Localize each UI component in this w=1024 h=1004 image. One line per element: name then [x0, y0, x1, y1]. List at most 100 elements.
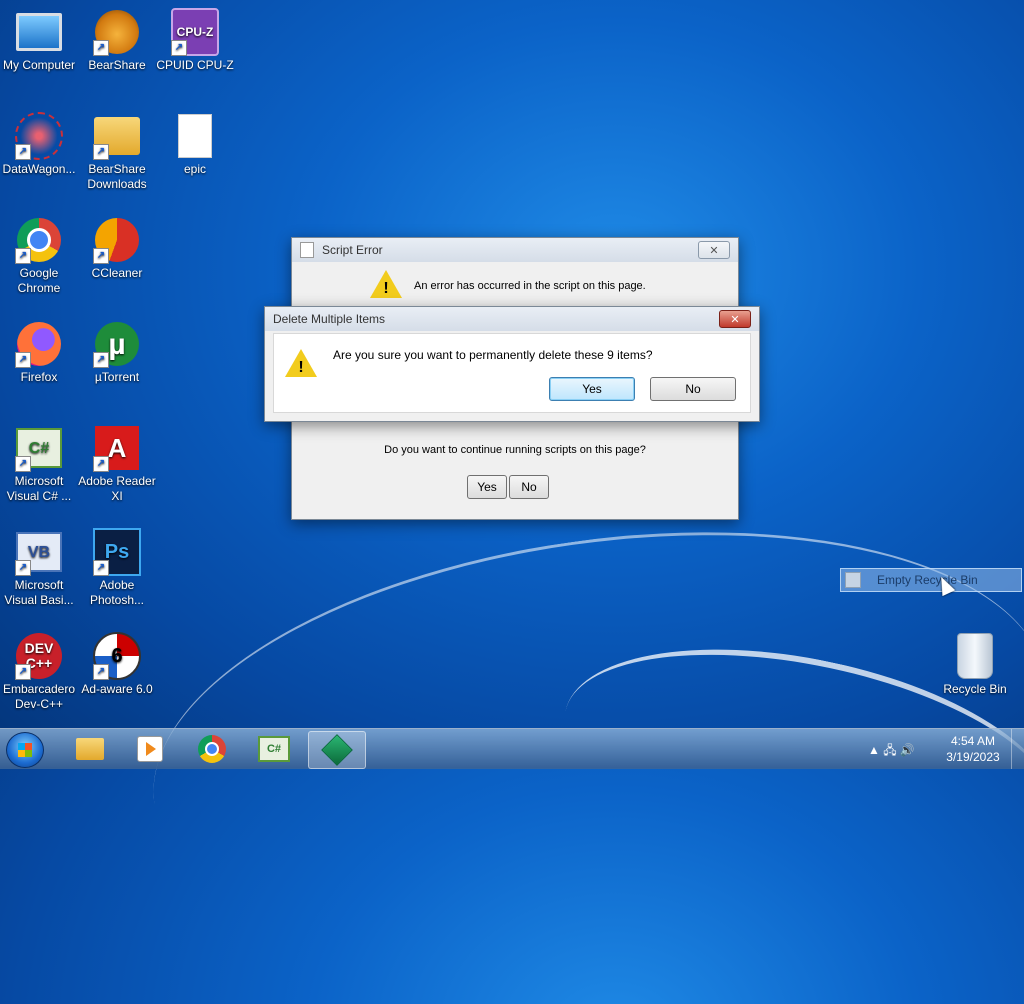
- desktop-icon-adaware[interactable]: 6 ↗ Ad-aware 6.0: [78, 632, 156, 697]
- csharp-icon: C# ↗: [15, 424, 63, 472]
- visual-basic-icon: VB ↗: [15, 528, 63, 576]
- shortcut-arrow-icon: ↗: [15, 456, 31, 472]
- desktop-icon-label: BearShare: [88, 58, 146, 72]
- app-cube-icon: [321, 734, 353, 766]
- csharp-icon: C#: [258, 736, 290, 762]
- photoshop-icon: Ps ↗: [93, 528, 141, 576]
- desktop-icon-label: µTorrent: [94, 370, 140, 384]
- desktop-icon-dev-cpp[interactable]: DEV C++ ↗ Embarcadero Dev-C++: [0, 632, 78, 712]
- shortcut-arrow-icon: ↗: [15, 248, 31, 264]
- taskbar: C# ▲ 🖧 🔊 4:54 AM 3/19/2023: [0, 728, 1024, 769]
- desktop-icon-label: CPUID CPU-Z: [156, 58, 234, 72]
- warning-icon: !: [370, 270, 404, 302]
- shortcut-arrow-icon: ↗: [93, 456, 109, 472]
- shortcut-arrow-icon: ↗: [93, 352, 109, 368]
- no-button[interactable]: No: [650, 377, 736, 401]
- utorrent-icon: µ ↗: [93, 320, 141, 368]
- desktop-icon-visual-basic[interactable]: VB ↗ Microsoft Visual Basi...: [0, 528, 78, 608]
- desktop-icon-recycle-bin[interactable]: Recycle Bin: [936, 632, 1014, 697]
- delete-multiple-items-dialog: Delete Multiple Items ✕ ! Are you sure y…: [264, 306, 760, 422]
- shortcut-arrow-icon: ↗: [93, 560, 109, 576]
- desktop-icon-label: My Computer: [2, 58, 76, 72]
- delete-dialog-titlebar[interactable]: Delete Multiple Items ✕: [265, 307, 759, 331]
- desktop-icon-label: Adobe Photosh...: [89, 578, 145, 607]
- desktop-icon-label: Microsoft Visual Basi...: [4, 578, 74, 607]
- clock-date: 3/19/2023: [946, 750, 1000, 764]
- shortcut-arrow-icon: ↗: [15, 664, 31, 680]
- firefox-icon: ↗: [15, 320, 63, 368]
- desktop-icon-bearshare-downloads[interactable]: ↗ BearShare Downloads: [78, 112, 156, 192]
- no-button[interactable]: No: [509, 475, 549, 499]
- desktop-icon-label: Microsoft Visual C# ...: [6, 474, 72, 503]
- desktop-icon-my-computer[interactable]: My Computer: [0, 8, 78, 73]
- context-menu-item-label: Empty Recycle Bin: [877, 573, 978, 587]
- adobe-reader-icon: A ↗: [93, 424, 141, 472]
- folder-icon: [76, 738, 104, 760]
- desktop-icon-adobe-reader[interactable]: A ↗ Adobe Reader XI: [78, 424, 156, 504]
- script-error-titlebar[interactable]: Script Error ✕: [292, 238, 738, 262]
- desktop-icon-label: Recycle Bin: [943, 682, 1007, 696]
- desktop-icon-firefox[interactable]: ↗ Firefox: [0, 320, 78, 385]
- dialog-content: [273, 333, 751, 413]
- recycle-bin-icon: [845, 572, 861, 588]
- desktop-icon-cpuz[interactable]: CPU-Z ↗ CPUID CPU-Z: [156, 8, 234, 73]
- start-button[interactable]: [6, 732, 44, 768]
- bearshare-icon: ↗: [93, 8, 141, 56]
- desktop-icon-label: CCleaner: [91, 266, 143, 280]
- desktop-icon-epic[interactable]: epic: [156, 112, 234, 177]
- recycle-bin-icon: [951, 632, 999, 680]
- desktop-icon-bearshare[interactable]: ↗ BearShare: [78, 8, 156, 73]
- desktop-icon-label: DataWagon...: [2, 162, 76, 176]
- cpuz-icon: CPU-Z ↗: [171, 8, 219, 56]
- close-button[interactable]: ✕: [719, 310, 751, 328]
- ccleaner-icon: ↗: [93, 216, 141, 264]
- desktop-icon-label: Embarcadero Dev-C++: [2, 682, 76, 711]
- taskbar-explorer[interactable]: [62, 731, 118, 767]
- clock-time: 4:54 AM: [950, 734, 996, 748]
- taskbar-active-app[interactable]: [308, 731, 366, 769]
- shortcut-arrow-icon: ↗: [15, 560, 31, 576]
- show-desktop-button[interactable]: [1011, 729, 1024, 769]
- delete-confirmation-message: Are you sure you want to permanently del…: [333, 348, 653, 362]
- desktop-icon-label: Firefox: [20, 370, 58, 384]
- yes-button[interactable]: Yes: [549, 377, 635, 401]
- media-player-icon: [137, 736, 163, 762]
- desktop-icon-google-chrome[interactable]: ↗ Google Chrome: [0, 216, 78, 296]
- warning-icon: !: [285, 349, 319, 381]
- desktop-icon-label: Ad-aware 6.0: [81, 682, 153, 696]
- dialog-title: Script Error: [322, 243, 383, 257]
- datawagon-icon: ↗: [15, 112, 63, 160]
- desktop-icon-label: BearShare Downloads: [87, 162, 147, 191]
- clock[interactable]: 4:54 AM 3/19/2023: [938, 733, 1008, 765]
- context-menu-empty-recycle-bin[interactable]: Empty Recycle Bin: [840, 568, 1022, 592]
- adaware-icon: 6 ↗: [93, 632, 141, 680]
- chrome-icon: ↗: [15, 216, 63, 264]
- error-message: An error has occurred in the script on t…: [414, 280, 646, 292]
- file-icon: [171, 112, 219, 160]
- dialog-title: Delete Multiple Items: [273, 312, 386, 326]
- taskbar-media-player[interactable]: [122, 731, 178, 767]
- system-tray[interactable]: ▲ 🖧 🔊: [868, 741, 915, 762]
- shortcut-arrow-icon: ↗: [93, 40, 109, 56]
- shortcut-arrow-icon: ↗: [93, 144, 109, 160]
- desktop-icon-label: epic: [183, 162, 206, 176]
- document-icon: [300, 242, 314, 258]
- shortcut-arrow-icon: ↗: [15, 144, 31, 160]
- desktop-icon-label: Google Chrome: [17, 266, 61, 295]
- chrome-icon: [198, 735, 226, 763]
- desktop-icon-photoshop[interactable]: Ps ↗ Adobe Photosh...: [78, 528, 156, 608]
- desktop-icon-utorrent[interactable]: µ ↗ µTorrent: [78, 320, 156, 385]
- close-button[interactable]: ✕: [698, 241, 730, 259]
- desktop-icon-visual-csharp[interactable]: C# ↗ Microsoft Visual C# ...: [0, 424, 78, 504]
- desktop-icon-ccleaner[interactable]: ↗ CCleaner: [78, 216, 156, 281]
- yes-button[interactable]: Yes: [467, 475, 507, 499]
- folder-icon: ↗: [93, 112, 141, 160]
- computer-icon: [15, 8, 63, 56]
- shortcut-arrow-icon: ↗: [93, 664, 109, 680]
- desktop-icon-datawagon[interactable]: ↗ DataWagon...: [0, 112, 78, 177]
- taskbar-chrome[interactable]: [184, 731, 240, 767]
- shortcut-arrow-icon: ↗: [93, 248, 109, 264]
- dev-cpp-icon: DEV C++ ↗: [15, 632, 63, 680]
- taskbar-visual-csharp[interactable]: C#: [246, 731, 302, 767]
- shortcut-arrow-icon: ↗: [15, 352, 31, 368]
